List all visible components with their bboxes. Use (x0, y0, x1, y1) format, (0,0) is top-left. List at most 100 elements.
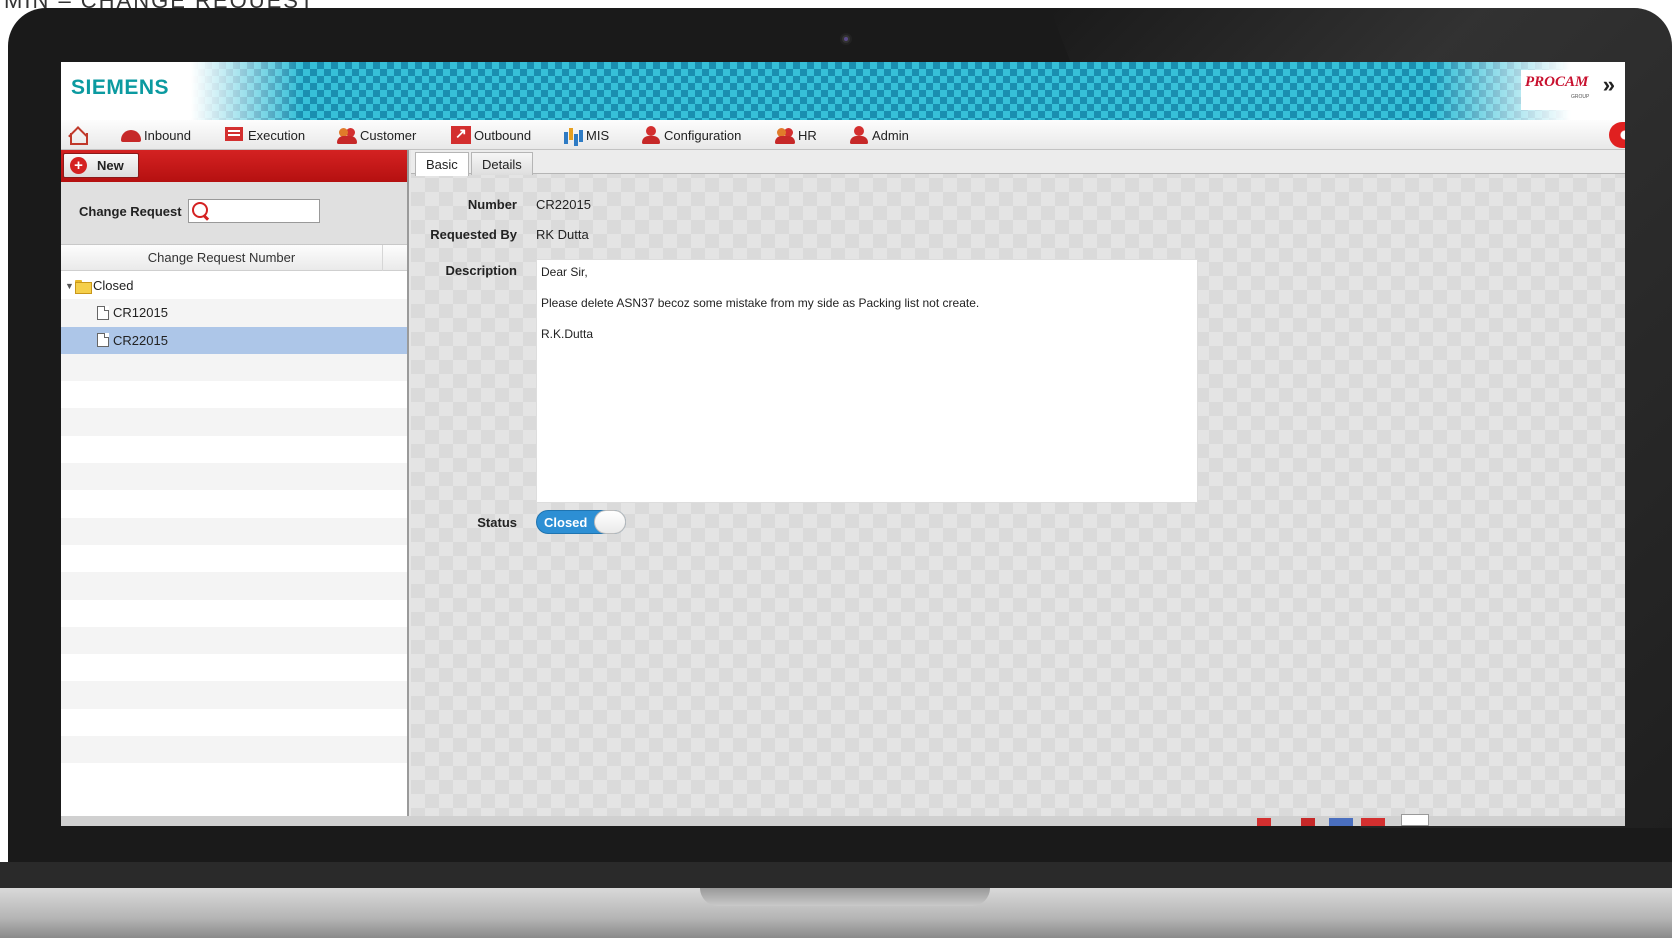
laptop-bezel-bottom (0, 862, 1672, 890)
menu-configuration[interactable]: Configuration (641, 125, 741, 145)
tree-empty-row (61, 572, 407, 600)
search-icon[interactable] (191, 201, 211, 221)
tree-item-label: CR12015 (113, 305, 168, 321)
people-icon (775, 126, 795, 144)
requested-by-label: Requested By (430, 227, 517, 242)
tree-empty-row (61, 490, 407, 517)
tray-window-icon[interactable] (1329, 818, 1353, 826)
search-box (188, 199, 320, 223)
menu-execution[interactable]: Execution (225, 125, 305, 145)
tree-empty-row (61, 600, 407, 627)
tree-item-label: CR22015 (113, 332, 168, 348)
menu-execution-label: Execution (248, 127, 306, 143)
menu-mis[interactable]: MIS (563, 125, 609, 145)
tree-empty-row (61, 654, 407, 681)
document-icon (97, 305, 109, 320)
taskbar-strip (61, 814, 1625, 826)
truck-icon (121, 126, 141, 144)
tree-empty-row (61, 736, 407, 764)
description-line: Please delete ASN37 becoz some mistake f… (541, 296, 980, 310)
number-label: Number (467, 197, 517, 212)
document-icon (97, 333, 109, 348)
tree-folder-closed[interactable]: ▼ Closed (61, 272, 407, 299)
laptop-notch (700, 888, 990, 906)
tree-empty-row (61, 408, 407, 436)
description-textarea[interactable]: Dear Sir, Please delete ASN37 becoz some… (536, 259, 1198, 503)
header-banner: SIEMENS PROCAM » GROUP (61, 62, 1625, 120)
number-value: CR22015 (536, 197, 591, 212)
status-toggle[interactable]: Closed (536, 510, 626, 534)
tree-empty-row (61, 436, 407, 463)
procam-logo-text: PROCAM (1525, 74, 1589, 90)
description-line: R.K.Dutta (541, 327, 594, 341)
menu-hr[interactable]: HR (775, 125, 817, 145)
new-button[interactable]: + New (63, 153, 139, 178)
tree-empty-row (61, 626, 407, 655)
person-icon (641, 126, 661, 144)
search-input[interactable] (213, 202, 317, 220)
tree-empty-row (61, 681, 407, 709)
bar-chart-icon (563, 126, 583, 144)
description-line: Dear Sir, (541, 265, 588, 279)
tree-rows: ▼ Closed CR12015 CR22015 (61, 272, 407, 791)
siemens-logo: SIEMENS (71, 76, 170, 99)
search-label: Change Request (79, 204, 182, 219)
tree-empty-row (61, 545, 407, 572)
banner-pattern (191, 62, 1571, 120)
tree-folder-label: Closed (93, 278, 134, 294)
menu-mis-label: MIS (586, 127, 610, 143)
tree-empty-row (61, 381, 407, 408)
tray-flag-icon[interactable] (1257, 818, 1271, 826)
procam-logo: PROCAM » GROUP (1521, 70, 1617, 110)
tray-box-icon[interactable] (1401, 814, 1429, 826)
toggle-knob (594, 510, 626, 534)
menu-outbound[interactable]: Outbound (451, 125, 531, 145)
tray-gear-icon[interactable] (1301, 818, 1315, 826)
procam-logo-sub: GROUP (1571, 94, 1590, 100)
menu-customer-label: Customer (360, 127, 417, 143)
tree-empty-row (61, 353, 407, 382)
people-icon (337, 126, 357, 144)
tab-details[interactable]: Details (471, 152, 533, 175)
main-menubar: Inbound Execution Customer Outbound MIS … (61, 120, 1625, 150)
menu-inbound[interactable]: Inbound (121, 125, 191, 145)
menu-configuration-label: Configuration (664, 127, 742, 143)
left-toolbar: + New (61, 150, 407, 182)
column-header-change-request-number[interactable]: Change Request Number (61, 245, 383, 271)
menu-customer[interactable]: Customer (337, 125, 416, 145)
tray-app-icon[interactable] (1361, 818, 1385, 826)
execution-icon (225, 126, 245, 144)
tab-basic[interactable]: Basic (415, 152, 469, 176)
tree-empty-row (61, 517, 407, 545)
person-icon (849, 126, 869, 144)
status-label: Status (477, 515, 517, 530)
tree-item[interactable]: CR12015 (61, 299, 407, 327)
expand-arrow-icon[interactable]: ▼ (65, 281, 75, 291)
tab-strip: Basic Details (411, 150, 1625, 176)
tree-empty-row (61, 763, 407, 790)
outbound-icon (451, 125, 471, 144)
chevron-logo-icon: » (1602, 72, 1615, 97)
status-toggle-label: Closed (544, 515, 588, 530)
folder-icon (75, 279, 92, 294)
menu-outbound-label: Outbound (474, 127, 532, 143)
requested-by-value: RK Dutta (536, 227, 589, 242)
tree-header: Change Request Number (61, 245, 407, 271)
tree-item[interactable]: CR22015 (61, 326, 407, 354)
new-button-label: New (97, 158, 124, 173)
search-row: Change Request (61, 182, 407, 244)
tree-empty-row (61, 463, 407, 491)
change-request-tree: Change Request Number ▼ Closed CR12015 C… (61, 244, 407, 816)
tree-empty-row (61, 709, 407, 736)
home-button[interactable] (67, 125, 92, 145)
camera (840, 33, 852, 45)
menu-hr-label: HR (798, 127, 817, 143)
home-icon (67, 125, 89, 145)
description-label: Description (445, 263, 517, 278)
plus-icon: + (70, 157, 87, 174)
menu-inbound-label: Inbound (144, 127, 191, 143)
left-panel: + New Change Request Change Request Numb… (61, 150, 409, 816)
detail-panel: Basic Details Number CR22015 Requested B… (411, 150, 1625, 816)
menu-admin-label: Admin (872, 127, 909, 143)
menu-admin[interactable]: Admin (849, 125, 909, 145)
